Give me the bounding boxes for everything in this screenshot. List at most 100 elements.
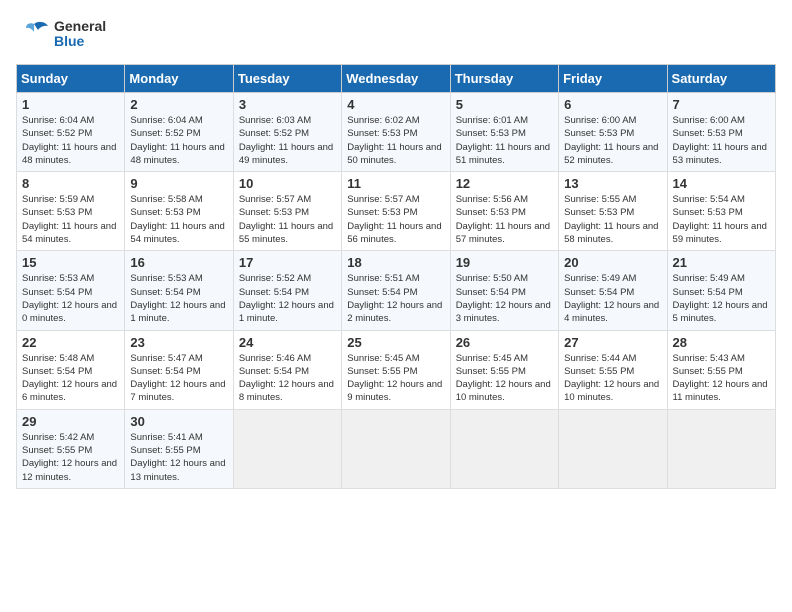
day-number: 14 [673,176,770,191]
day-info: Sunrise: 5:52 AM Sunset: 5:54 PM Dayligh… [239,272,336,325]
weekday-header: Sunday [17,65,125,93]
calendar-day-cell: 26 Sunrise: 5:45 AM Sunset: 5:55 PM Dayl… [450,330,558,409]
day-info: Sunrise: 5:43 AM Sunset: 5:55 PM Dayligh… [673,352,770,405]
day-number: 23 [130,335,227,350]
weekday-header: Friday [559,65,667,93]
day-number: 28 [673,335,770,350]
day-number: 22 [22,335,119,350]
calendar-week-row: 15 Sunrise: 5:53 AM Sunset: 5:54 PM Dayl… [17,251,776,330]
calendar-day-cell: 21 Sunrise: 5:49 AM Sunset: 5:54 PM Dayl… [667,251,775,330]
calendar-day-cell: 20 Sunrise: 5:49 AM Sunset: 5:54 PM Dayl… [559,251,667,330]
weekday-header: Saturday [667,65,775,93]
day-info: Sunrise: 5:57 AM Sunset: 5:53 PM Dayligh… [347,193,444,246]
day-number: 1 [22,97,119,112]
calendar-table: SundayMondayTuesdayWednesdayThursdayFrid… [16,64,776,489]
calendar-day-cell: 4 Sunrise: 6:02 AM Sunset: 5:53 PM Dayli… [342,93,450,172]
calendar-day-cell: 16 Sunrise: 5:53 AM Sunset: 5:54 PM Dayl… [125,251,233,330]
calendar-week-row: 8 Sunrise: 5:59 AM Sunset: 5:53 PM Dayli… [17,172,776,251]
calendar-day-cell: 2 Sunrise: 6:04 AM Sunset: 5:52 PM Dayli… [125,93,233,172]
calendar-day-cell: 1 Sunrise: 6:04 AM Sunset: 5:52 PM Dayli… [17,93,125,172]
logo-bird-icon [16,16,52,52]
calendar-week-row: 1 Sunrise: 6:04 AM Sunset: 5:52 PM Dayli… [17,93,776,172]
day-number: 4 [347,97,444,112]
day-number: 9 [130,176,227,191]
day-number: 18 [347,255,444,270]
calendar-day-cell: 12 Sunrise: 5:56 AM Sunset: 5:53 PM Dayl… [450,172,558,251]
day-info: Sunrise: 5:49 AM Sunset: 5:54 PM Dayligh… [564,272,661,325]
day-info: Sunrise: 5:59 AM Sunset: 5:53 PM Dayligh… [22,193,119,246]
day-number: 10 [239,176,336,191]
day-info: Sunrise: 5:58 AM Sunset: 5:53 PM Dayligh… [130,193,227,246]
calendar-day-cell: 22 Sunrise: 5:48 AM Sunset: 5:54 PM Dayl… [17,330,125,409]
day-info: Sunrise: 6:02 AM Sunset: 5:53 PM Dayligh… [347,114,444,167]
day-info: Sunrise: 5:42 AM Sunset: 5:55 PM Dayligh… [22,431,119,484]
page-header: General Blue [16,16,776,52]
day-number: 30 [130,414,227,429]
day-number: 8 [22,176,119,191]
day-number: 26 [456,335,553,350]
day-number: 5 [456,97,553,112]
calendar-day-cell: 29 Sunrise: 5:42 AM Sunset: 5:55 PM Dayl… [17,409,125,488]
calendar-day-cell [559,409,667,488]
day-info: Sunrise: 5:44 AM Sunset: 5:55 PM Dayligh… [564,352,661,405]
calendar-day-cell [233,409,341,488]
calendar-day-cell: 15 Sunrise: 5:53 AM Sunset: 5:54 PM Dayl… [17,251,125,330]
day-info: Sunrise: 6:00 AM Sunset: 5:53 PM Dayligh… [564,114,661,167]
day-info: Sunrise: 5:53 AM Sunset: 5:54 PM Dayligh… [22,272,119,325]
day-info: Sunrise: 5:57 AM Sunset: 5:53 PM Dayligh… [239,193,336,246]
day-number: 25 [347,335,444,350]
day-number: 2 [130,97,227,112]
day-number: 17 [239,255,336,270]
day-info: Sunrise: 5:53 AM Sunset: 5:54 PM Dayligh… [130,272,227,325]
day-info: Sunrise: 6:04 AM Sunset: 5:52 PM Dayligh… [22,114,119,167]
day-info: Sunrise: 6:04 AM Sunset: 5:52 PM Dayligh… [130,114,227,167]
day-number: 27 [564,335,661,350]
calendar-week-row: 29 Sunrise: 5:42 AM Sunset: 5:55 PM Dayl… [17,409,776,488]
day-number: 12 [456,176,553,191]
weekday-header: Wednesday [342,65,450,93]
day-info: Sunrise: 6:01 AM Sunset: 5:53 PM Dayligh… [456,114,553,167]
day-info: Sunrise: 5:49 AM Sunset: 5:54 PM Dayligh… [673,272,770,325]
day-info: Sunrise: 5:48 AM Sunset: 5:54 PM Dayligh… [22,352,119,405]
weekday-header: Thursday [450,65,558,93]
calendar-day-cell: 8 Sunrise: 5:59 AM Sunset: 5:53 PM Dayli… [17,172,125,251]
day-info: Sunrise: 5:50 AM Sunset: 5:54 PM Dayligh… [456,272,553,325]
calendar-day-cell: 24 Sunrise: 5:46 AM Sunset: 5:54 PM Dayl… [233,330,341,409]
calendar-day-cell [342,409,450,488]
day-number: 16 [130,255,227,270]
calendar-day-cell: 10 Sunrise: 5:57 AM Sunset: 5:53 PM Dayl… [233,172,341,251]
calendar-day-cell: 30 Sunrise: 5:41 AM Sunset: 5:55 PM Dayl… [125,409,233,488]
day-info: Sunrise: 5:56 AM Sunset: 5:53 PM Dayligh… [456,193,553,246]
day-number: 15 [22,255,119,270]
weekday-header: Monday [125,65,233,93]
day-info: Sunrise: 5:41 AM Sunset: 5:55 PM Dayligh… [130,431,227,484]
day-number: 11 [347,176,444,191]
calendar-day-cell: 23 Sunrise: 5:47 AM Sunset: 5:54 PM Dayl… [125,330,233,409]
day-info: Sunrise: 5:51 AM Sunset: 5:54 PM Dayligh… [347,272,444,325]
day-info: Sunrise: 6:00 AM Sunset: 5:53 PM Dayligh… [673,114,770,167]
calendar-header-row: SundayMondayTuesdayWednesdayThursdayFrid… [17,65,776,93]
calendar-day-cell: 13 Sunrise: 5:55 AM Sunset: 5:53 PM Dayl… [559,172,667,251]
day-number: 6 [564,97,661,112]
day-number: 19 [456,255,553,270]
day-number: 7 [673,97,770,112]
calendar-day-cell: 18 Sunrise: 5:51 AM Sunset: 5:54 PM Dayl… [342,251,450,330]
calendar-day-cell [450,409,558,488]
day-info: Sunrise: 5:46 AM Sunset: 5:54 PM Dayligh… [239,352,336,405]
logo: General Blue [16,16,106,52]
day-number: 24 [239,335,336,350]
day-number: 21 [673,255,770,270]
weekday-header: Tuesday [233,65,341,93]
calendar-week-row: 22 Sunrise: 5:48 AM Sunset: 5:54 PM Dayl… [17,330,776,409]
calendar-day-cell: 9 Sunrise: 5:58 AM Sunset: 5:53 PM Dayli… [125,172,233,251]
calendar-day-cell: 5 Sunrise: 6:01 AM Sunset: 5:53 PM Dayli… [450,93,558,172]
day-number: 3 [239,97,336,112]
calendar-day-cell: 3 Sunrise: 6:03 AM Sunset: 5:52 PM Dayli… [233,93,341,172]
day-info: Sunrise: 5:47 AM Sunset: 5:54 PM Dayligh… [130,352,227,405]
day-info: Sunrise: 5:54 AM Sunset: 5:53 PM Dayligh… [673,193,770,246]
calendar-day-cell: 27 Sunrise: 5:44 AM Sunset: 5:55 PM Dayl… [559,330,667,409]
calendar-day-cell: 28 Sunrise: 5:43 AM Sunset: 5:55 PM Dayl… [667,330,775,409]
calendar-day-cell: 11 Sunrise: 5:57 AM Sunset: 5:53 PM Dayl… [342,172,450,251]
calendar-day-cell: 19 Sunrise: 5:50 AM Sunset: 5:54 PM Dayl… [450,251,558,330]
day-number: 13 [564,176,661,191]
